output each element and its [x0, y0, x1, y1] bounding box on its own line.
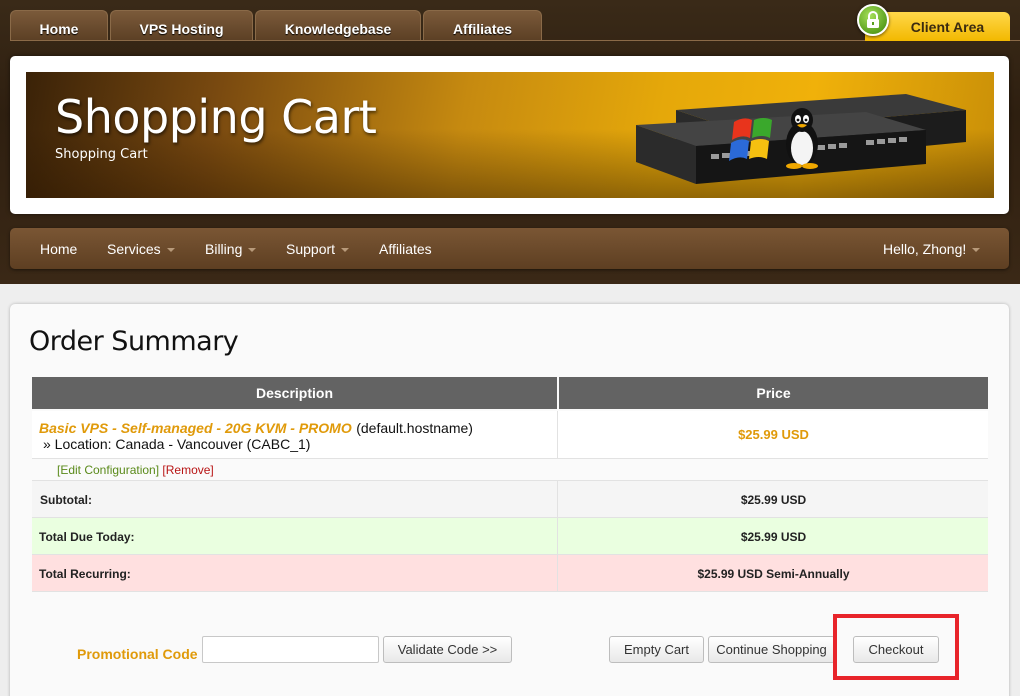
product-location: » Location: Canada - Vancouver (CABC_1) [43, 436, 311, 452]
nav-item-label: Support [286, 240, 336, 257]
top-tab-affiliates[interactable]: Affiliates [423, 10, 542, 41]
checkout-highlight-box [833, 614, 959, 680]
caret-down-icon [341, 247, 350, 252]
empty-cart-label: Empty Cart [623, 642, 689, 657]
user-greeting: Hello, Zhong! [883, 240, 967, 257]
edit-configuration-link[interactable]: [Edit Configuration] [57, 463, 159, 477]
validate-code-label: Validate Code >> [397, 642, 498, 657]
top-tab-vps-hosting[interactable]: VPS Hosting [110, 10, 253, 41]
cell-divider [557, 481, 558, 517]
continue-shopping-label: Continue Shopping [716, 642, 827, 657]
lock-icon [857, 4, 889, 36]
product-hostname: (default.hostname) [356, 420, 473, 436]
top-tab-home[interactable]: Home [10, 10, 108, 41]
total-due-row: Total Due Today: $25.99 USD [32, 518, 988, 555]
cell-divider [557, 411, 558, 458]
top-tab-label: Affiliates [452, 21, 513, 37]
item-links: [Edit Configuration] [Remove] [57, 463, 214, 477]
validate-code-button[interactable]: Validate Code >> [383, 636, 512, 663]
nav-item-label: Billing [205, 240, 243, 257]
subtotal-label: Subtotal: [40, 493, 92, 507]
total-recurring-row: Total Recurring: $25.99 USD Semi-Annuall… [32, 555, 988, 592]
top-tab-knowledgebase[interactable]: Knowledgebase [255, 10, 421, 41]
total-recurring-value: $25.99 USD Semi-Annually [697, 567, 850, 581]
subtotal-value: $25.99 USD [740, 493, 807, 507]
top-tab-label: Home [39, 21, 79, 37]
main-nav: Home Services Billing Support Affiliates… [10, 228, 1009, 269]
cell-divider [557, 518, 558, 554]
top-tab-label: Knowledgebase [284, 21, 392, 37]
page-title: Shopping Cart [55, 90, 377, 144]
caret-down-icon [166, 247, 175, 252]
caret-down-icon [972, 247, 981, 252]
banner: Shopping Cart Shopping Cart [26, 72, 994, 198]
column-header-description: Description [32, 377, 557, 409]
total-due-label: Total Due Today: [39, 530, 135, 544]
top-nav-tabs: Home VPS Hosting Knowledgebase Affiliate… [10, 10, 544, 41]
total-due-value: $25.99 USD [740, 530, 807, 544]
nav-item-affiliates[interactable]: Affiliates [379, 228, 432, 269]
empty-cart-button[interactable]: Empty Cart [609, 636, 704, 663]
promo-code-input[interactable] [202, 636, 379, 663]
cell-divider [557, 555, 558, 591]
subtotal-row: Subtotal: $25.99 USD [32, 481, 988, 518]
nav-item-services[interactable]: Services [107, 228, 175, 269]
client-area-label: Client Area [910, 18, 985, 35]
nav-item-label: Affiliates [379, 240, 432, 257]
nav-item-label: Home [40, 240, 78, 257]
nav-item-billing[interactable]: Billing [205, 228, 257, 269]
server-switch-illustration [636, 94, 966, 184]
banner-frame: Shopping Cart Shopping Cart [10, 56, 1009, 214]
continue-shopping-button[interactable]: Continue Shopping [708, 636, 835, 663]
order-summary-heading: Order Summary [29, 326, 239, 357]
nav-item-home[interactable]: Home [40, 228, 77, 269]
table-row: Basic VPS - Self-managed - 20G KVM - PRO… [32, 411, 988, 459]
promo-code-label: Promotional Code [77, 646, 198, 662]
nav-item-support[interactable]: Support [286, 228, 350, 269]
total-recurring-label: Total Recurring: [39, 567, 131, 581]
product-name[interactable]: Basic VPS - Self-managed - 20G KVM - PRO… [39, 420, 352, 436]
user-menu[interactable]: Hello, Zhong! [883, 228, 981, 269]
top-tab-label: VPS Hosting [139, 21, 224, 37]
table-row: [Edit Configuration] [Remove] [32, 459, 988, 481]
nav-item-label: Services [107, 240, 161, 257]
remove-link[interactable]: [Remove] [162, 463, 213, 477]
column-header-price: Price [559, 377, 988, 409]
product-price: $25.99 USD [738, 427, 809, 442]
caret-down-icon [248, 247, 257, 252]
page-subtitle: Shopping Cart [55, 147, 148, 162]
